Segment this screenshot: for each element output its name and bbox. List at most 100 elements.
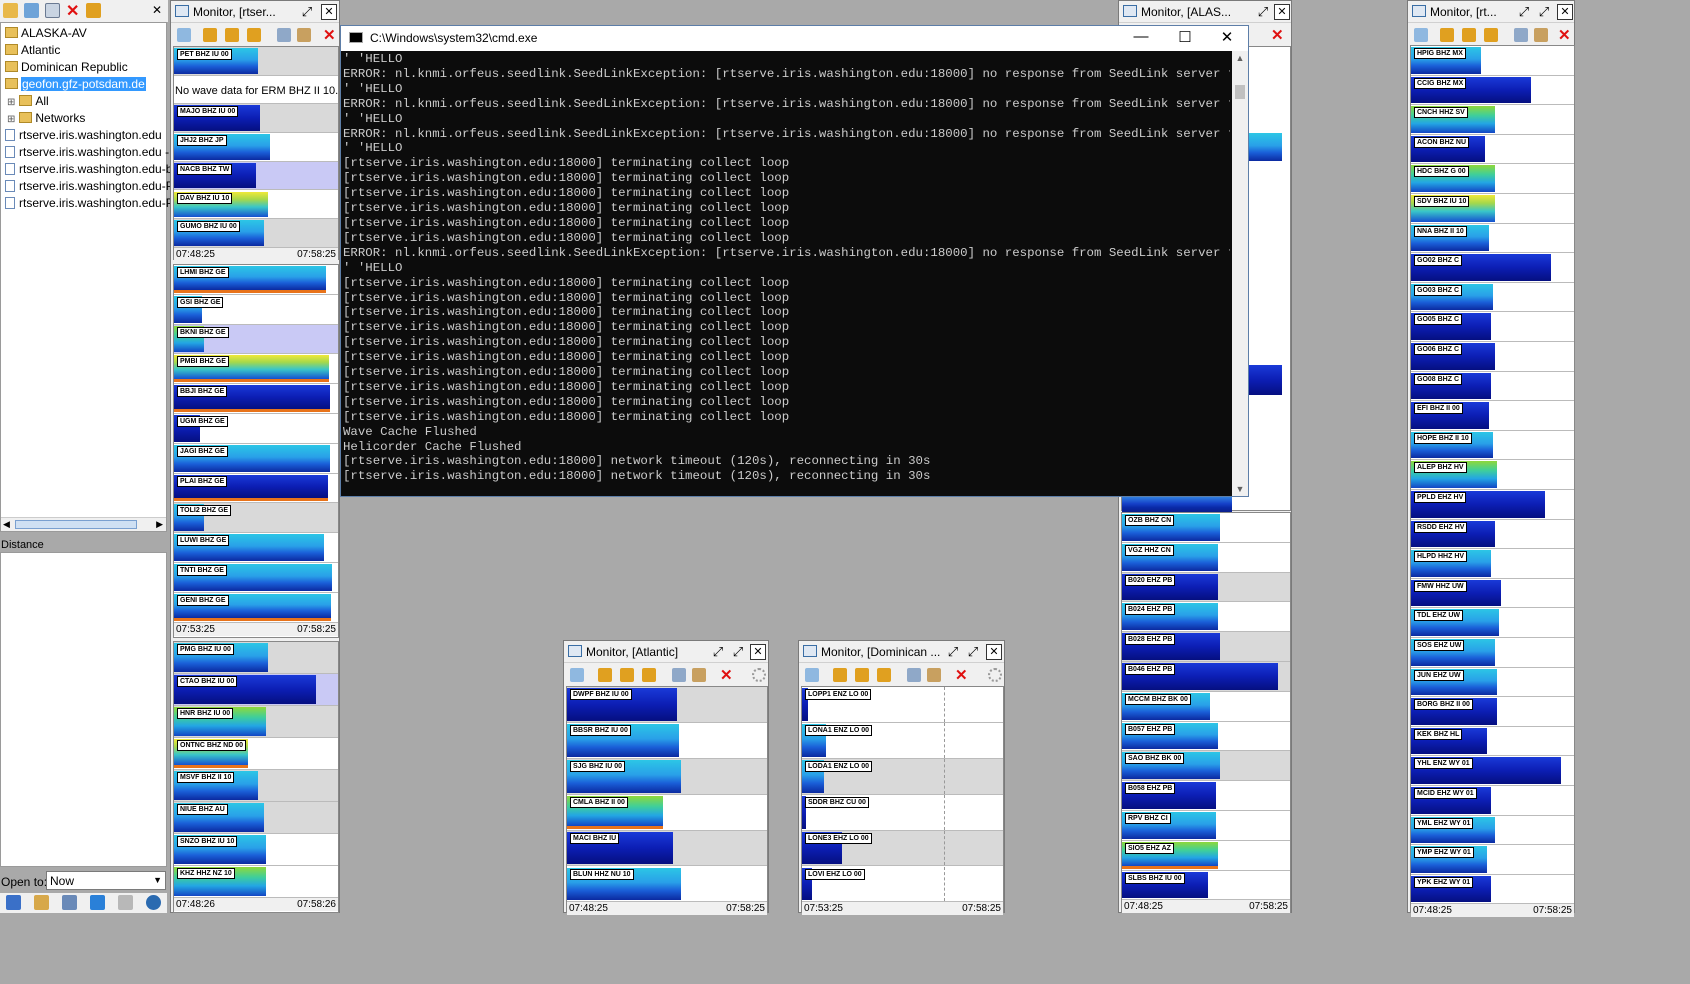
trace-row[interactable]: JHJ2 BHZ JP — [174, 133, 338, 162]
scroll-left-icon[interactable]: ◀ — [3, 519, 10, 530]
trace-row[interactable]: B028 EHZ PB — [1122, 632, 1290, 662]
trace-row[interactable]: GENI BHZ GE — [174, 592, 338, 623]
title-bar[interactable]: Monitor, [ALAS... ⤢ ✕ — [1119, 1, 1291, 23]
trace-row[interactable]: SDDR BHZ CU 00 — [802, 794, 1003, 831]
trace-row[interactable]: SDV BHZ IU 10 — [1411, 194, 1574, 224]
restore-icon[interactable]: ⤢ — [1255, 4, 1271, 20]
trace-row[interactable]: PPLD EHZ HV — [1411, 490, 1574, 520]
arrows-icon[interactable] — [225, 28, 239, 42]
scroll-right-icon[interactable]: ▶ — [156, 519, 163, 530]
trace-row[interactable]: MCID EHZ WY 01 — [1411, 786, 1574, 816]
trace-row[interactable]: GUMO BHZ IU 00 — [174, 219, 338, 248]
delete-icon[interactable]: ✕ — [1271, 26, 1284, 44]
trace-row[interactable]: MAJO BHZ IU 00 — [174, 104, 338, 134]
tree-item[interactable]: ⊞ All — [7, 94, 49, 108]
trace-row[interactable]: YML EHZ WY 01 — [1411, 815, 1574, 846]
trace-row[interactable]: YHL ENZ WY 01 — [1411, 756, 1574, 786]
close-button[interactable]: ✕ — [1274, 4, 1290, 20]
clipboard-icon[interactable] — [34, 895, 49, 910]
trace-row[interactable]: LHMI BHZ GE — [174, 265, 338, 295]
paste-icon[interactable] — [927, 668, 941, 682]
edit-icon[interactable] — [24, 3, 39, 18]
paste-icon[interactable] — [297, 28, 311, 42]
trace-row[interactable]: KEK BHZ HL — [1411, 726, 1574, 757]
pause-icon[interactable] — [642, 668, 656, 682]
expand-icon[interactable]: ⊞ — [7, 97, 15, 108]
trace-row[interactable]: SLBS BHZ IU 00 — [1122, 870, 1290, 901]
trace-row[interactable]: NNA BHZ II 10 — [1411, 223, 1574, 254]
trace-row[interactable]: PMG BHZ IU 00 — [174, 642, 338, 674]
globe-icon[interactable] — [146, 895, 161, 910]
trace-row[interactable]: HLPD HHZ HV — [1411, 549, 1574, 579]
shrink-icon[interactable] — [203, 28, 217, 42]
trace-row[interactable]: CMLA BHZ II 00 — [567, 794, 767, 831]
trace-row[interactable]: PLAI BHZ GE — [174, 473, 338, 504]
monitor-icon[interactable] — [62, 895, 77, 910]
trace-row[interactable]: LODA1 ENZ LO 00 — [802, 758, 1003, 795]
delete-icon[interactable]: ✕ — [323, 26, 336, 44]
minimize-button[interactable]: — — [1127, 28, 1155, 45]
trace-row[interactable]: GO05 BHZ C — [1411, 312, 1574, 342]
trace-row[interactable]: OZB BHZ CN — [1122, 513, 1290, 543]
restore-icon[interactable]: ⤢ — [945, 644, 961, 660]
arrows-icon[interactable] — [1462, 28, 1476, 42]
waveform-icon[interactable] — [90, 895, 105, 910]
chart-icon[interactable] — [118, 895, 133, 910]
paste-icon[interactable] — [1534, 28, 1548, 42]
trace-row[interactable]: RSDD EHZ HV — [1411, 519, 1574, 550]
delete-icon[interactable]: ✕ — [720, 666, 733, 684]
tree-item[interactable]: rtserve.iris.washington.edu-P2 — [5, 179, 180, 193]
network-icon[interactable] — [6, 895, 21, 910]
trace-row[interactable]: LONA1 ENZ LO 00 — [802, 722, 1003, 759]
tree-item[interactable]: geofon.gfz-potsdam.de — [5, 77, 146, 91]
trace-row[interactable]: SOS EHZ UW — [1411, 638, 1574, 668]
trace-row[interactable]: B046 EHZ PB — [1122, 662, 1290, 692]
trace-row[interactable]: VGZ HHZ CN — [1122, 542, 1290, 573]
trace-row[interactable]: LOVI EHZ LO 00 — [802, 866, 1003, 903]
trace-row[interactable]: CCIG BHZ MX — [1411, 75, 1574, 106]
trace-row[interactable]: DAV BHZ IU 10 — [174, 190, 338, 220]
trace-row[interactable]: BKNI BHZ GE — [174, 324, 338, 355]
chevron-down-icon[interactable]: ▼ — [153, 875, 162, 885]
maximize-icon[interactable]: ⤢ — [965, 644, 981, 660]
trace-row[interactable]: JUN EHZ UW — [1411, 667, 1574, 698]
trace-row[interactable]: LOPP1 ENZ LO 00 — [802, 687, 1003, 723]
trace-row[interactable]: SAO BHZ BK 00 — [1122, 751, 1290, 782]
trace-row[interactable]: B057 EHZ PB — [1122, 721, 1290, 752]
arrows-icon[interactable] — [855, 668, 869, 682]
trace-row[interactable]: PET BHZ IU 00 — [174, 47, 338, 76]
trace-row[interactable]: MSVF BHZ II 10 — [174, 770, 338, 802]
maximize-icon[interactable]: ⤢ — [1536, 4, 1552, 20]
trace-row[interactable]: SJG BHZ IU 00 — [567, 758, 767, 795]
trace-row[interactable]: MCCM BHZ BK 00 — [1122, 691, 1290, 722]
title-bar[interactable]: Monitor, [rt... ⤢ ⤢ ✕ — [1408, 1, 1574, 23]
vertical-scrollbar[interactable]: ▲ ▼ — [1232, 51, 1248, 496]
close-button[interactable]: ✕ — [750, 644, 766, 660]
restore-icon[interactable]: ⤢ — [1516, 4, 1532, 20]
trace-row[interactable]: B020 EHZ PB — [1122, 572, 1290, 603]
close-panel-button[interactable]: ✕ — [152, 3, 162, 17]
tree-item[interactable]: rtserve.iris.washington.edu - C — [5, 145, 181, 159]
trace-row[interactable]: SNZO BHZ IU 10 — [174, 834, 338, 866]
trace-row[interactable]: BLUN HHZ NU 10 — [567, 866, 767, 903]
scroll-thumb[interactable] — [1235, 85, 1245, 99]
close-button[interactable]: ✕ — [1557, 4, 1573, 20]
arrows-icon[interactable] — [620, 668, 634, 682]
trace-row[interactable]: YPK EHZ WY 01 — [1411, 874, 1574, 905]
window-icon[interactable] — [277, 28, 291, 42]
title-bar[interactable]: Monitor, [Dominican ... ⤢ ⤢ ✕ — [799, 641, 1004, 663]
add-icon[interactable] — [177, 28, 191, 42]
shrink-icon[interactable] — [598, 668, 612, 682]
trace-row[interactable]: UGM BHZ GE — [174, 414, 338, 444]
trace-row[interactable]: GO08 BHZ C — [1411, 371, 1574, 402]
trace-row[interactable]: CNCH HHZ SV — [1411, 105, 1574, 135]
pause-icon[interactable] — [1484, 28, 1498, 42]
close-button[interactable]: ✕ — [1213, 28, 1241, 46]
trace-row[interactable]: FMW HHZ UW — [1411, 578, 1574, 609]
add-icon[interactable] — [1414, 28, 1428, 42]
trace-row[interactable]: CTAO BHZ IU 00 — [174, 674, 338, 706]
trace-row[interactable]: HOPE BHZ II 10 — [1411, 430, 1574, 461]
trace-row[interactable]: DWPF BHZ IU 00 — [567, 687, 767, 723]
delete-icon[interactable]: ✕ — [1558, 26, 1571, 44]
shrink-icon[interactable] — [1440, 28, 1454, 42]
